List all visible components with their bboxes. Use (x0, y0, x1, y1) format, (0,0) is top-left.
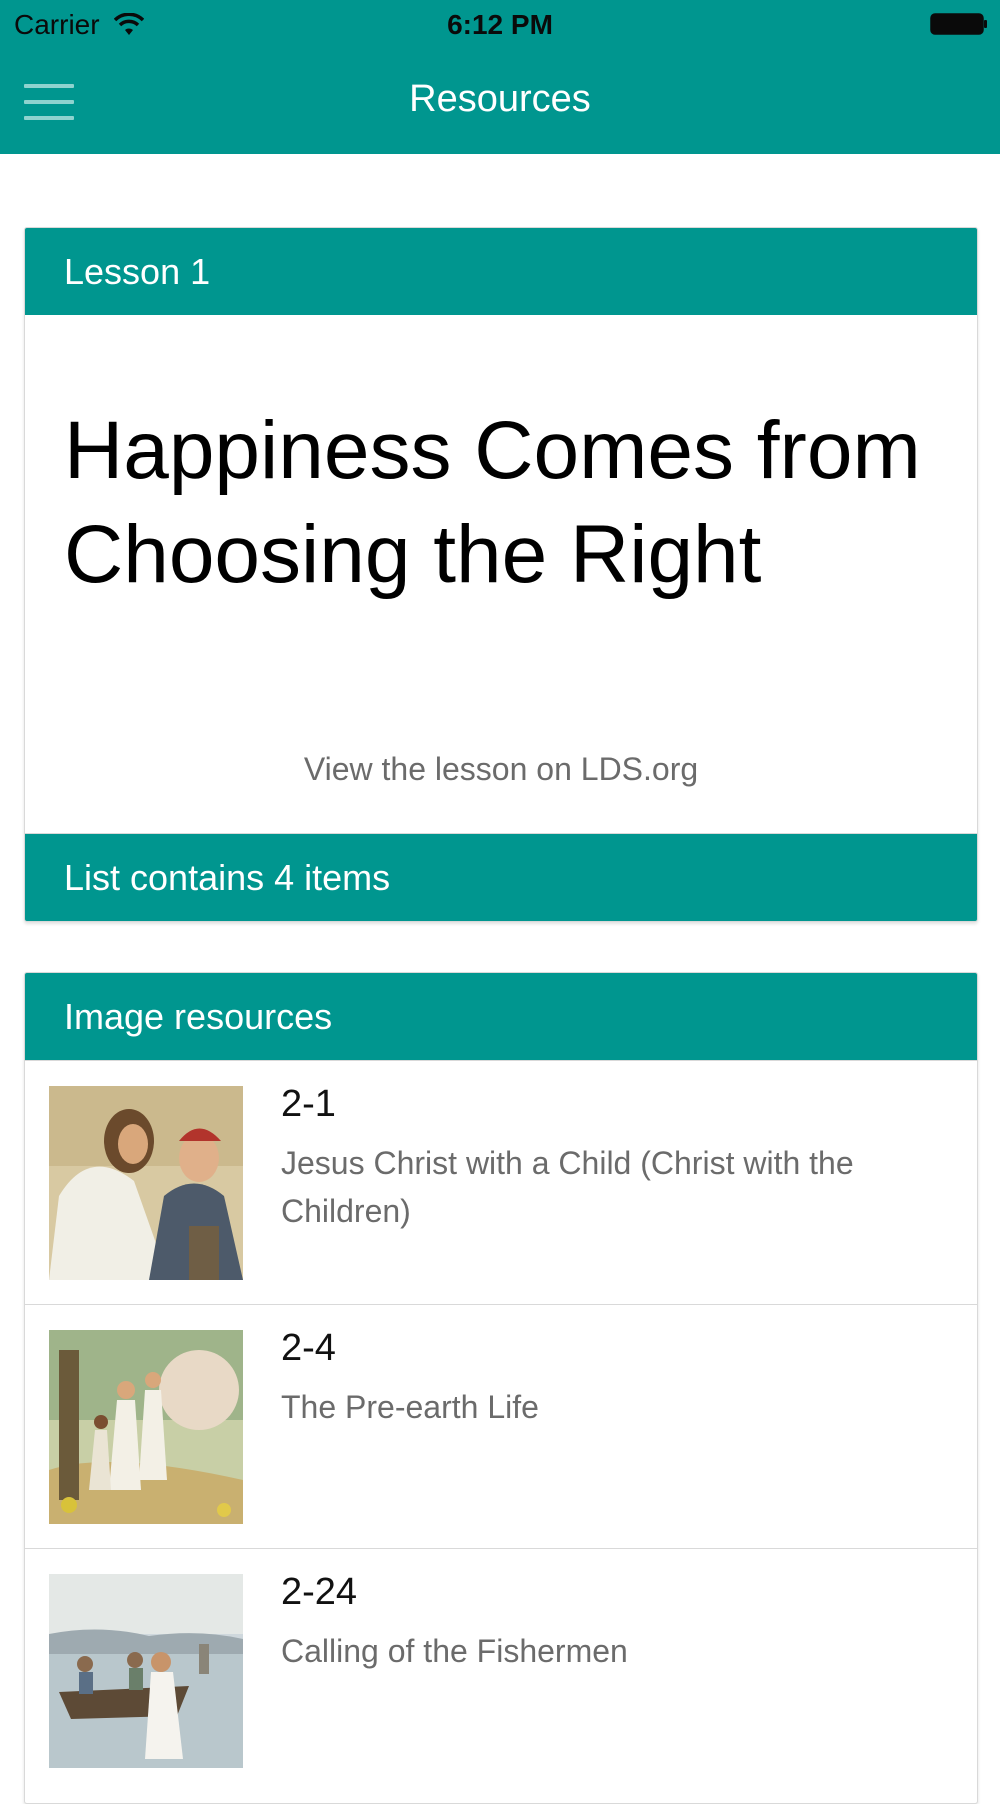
resource-code: 2-4 (281, 1327, 336, 1369)
lesson-header: Lesson 1 (25, 228, 977, 315)
image-resources-card: Image resources 2-1 Jesus Christ with a … (24, 972, 978, 1804)
resource-thumbnail (49, 1086, 243, 1280)
painting-pre-earth-life-image (49, 1330, 243, 1524)
resource-thumbnail (49, 1574, 243, 1768)
resource-thumbnail (49, 1330, 243, 1524)
list-item[interactable]: 2-24 Calling of the Fishermen (25, 1548, 977, 1792)
nav-bar: Resources (0, 50, 1000, 154)
list-item[interactable]: 2-4 The Pre-earth Life (25, 1304, 977, 1548)
page-title: Resources (409, 78, 591, 120)
resource-code: 2-1 (281, 1083, 336, 1125)
list-item[interactable]: 2-1 Jesus Christ with a Child (Christ wi… (25, 1060, 977, 1304)
status-bar: Carrier 6:12 PM (0, 0, 1000, 50)
painting-christ-with-child-image (49, 1086, 243, 1280)
view-lesson-link[interactable]: View the lesson on LDS.org (25, 751, 977, 788)
painting-calling-of-fishermen-image (49, 1574, 243, 1768)
resource-title: The Pre-earth Life (281, 1389, 539, 1425)
battery-icon (930, 13, 987, 35)
resource-title: Calling of the Fishermen (281, 1633, 628, 1669)
resource-title: Jesus Christ with a Child (Christ with t… (281, 1145, 854, 1229)
image-resources-header: Image resources (25, 973, 977, 1060)
status-time: 6:12 PM (447, 9, 553, 40)
resource-code: 2-24 (281, 1571, 358, 1613)
lesson-title: Happiness Comes from Choosing the Right (64, 405, 921, 600)
list-count-footer: List contains 4 items (25, 834, 977, 921)
lesson-card: Lesson 1 Happiness Comes from Choosing t… (24, 227, 978, 922)
lesson-body: Happiness Comes from Choosing the Right … (25, 315, 977, 834)
